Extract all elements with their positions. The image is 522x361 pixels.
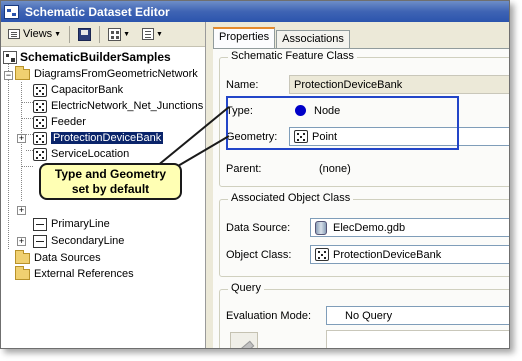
- callout-line-1: Type and Geometry: [54, 167, 167, 181]
- schematic-dataset-editor-window: Schematic Dataset Editor Views ▼ ▼ ▼ Sch…: [0, 0, 510, 349]
- callout-line-2: set by default: [71, 182, 150, 196]
- callout-note: Type and Geometry set by default: [39, 163, 182, 200]
- callout-pointer-line: [150, 106, 230, 172]
